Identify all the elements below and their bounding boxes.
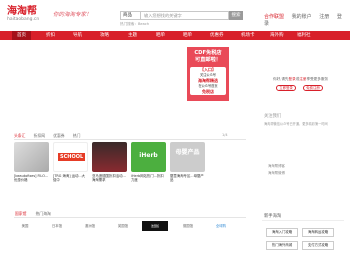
search-button[interactable]: 搜索 — [229, 11, 243, 20]
logo-subtext: haitaobang.cn — [7, 17, 40, 22]
welcome-login-link[interactable]: 登录 — [289, 77, 296, 81]
promo-banner[interactable]: CDF免税店 可直邮啦！ 【入口】 关注公众号 海淘帮精选 在公众号首页 免税店 — [187, 47, 229, 101]
promo-line5: 免税店 — [202, 89, 214, 94]
deal-card[interactable]: 母婴产品 婴童海淘专区...母婴产品 — [170, 142, 205, 186]
nav-item-share-2[interactable]: 晒单 — [183, 31, 192, 40]
follow-text: 海淘帮微信公众号已开通，更多精彩第一时间 — [264, 122, 328, 126]
store-uk[interactable]: 英国馆 — [110, 221, 136, 231]
newbie-title: 新手海淘 — [264, 214, 282, 219]
payment-guide-button[interactable]: 支付方式攻略 — [302, 241, 334, 250]
tabs-pager: 1/4 — [222, 133, 228, 137]
store-germany[interactable]: 德国馆 — [175, 221, 201, 231]
welcome-text: 你好,请先登录或注册享受更多服务 — [273, 77, 328, 82]
follow-title: 关注我们 — [264, 114, 282, 119]
deal-card[interactable]: [beautofixes] FILO...优惠价格 — [14, 142, 49, 186]
nav-item-share[interactable]: 晒单 — [156, 31, 165, 40]
promo-title-line1: CDF免税店 — [194, 50, 222, 56]
welcome-register-link[interactable]: 注册 — [299, 77, 306, 81]
welcome-mid: 请先 — [281, 77, 289, 81]
deal-card-image — [92, 142, 127, 172]
tabs-divider — [14, 139, 246, 140]
tab-discount[interactable]: 折扣网 — [34, 133, 45, 138]
login-card: 你好,请先登录或注册享受更多服务 立即登录 免费注册 — [261, 47, 335, 109]
partner-link[interactable]: 合作联盟 — [264, 14, 284, 20]
store-usa[interactable]: 美国 — [12, 221, 38, 231]
logo-text: 海淘帮 — [7, 6, 37, 17]
deal-card-label: 母婴产品 — [175, 149, 200, 156]
nav-item-guide[interactable]: 导航 — [73, 31, 82, 40]
deal-card-text: 婴童海淘专区...母婴产品 — [170, 174, 204, 183]
promo-title-line2: 可直邮啦！ — [195, 57, 221, 63]
nav-item-airport[interactable]: 机场卡 — [241, 31, 255, 40]
nav-item-welfare[interactable]: 福利社 — [297, 31, 311, 40]
deal-card-image: 母婴产品 — [170, 142, 205, 172]
deal-card-label: SCHOOL — [58, 153, 86, 161]
site-logo[interactable]: 海淘帮 haitaobang.cn — [7, 6, 47, 24]
guide-intro-button[interactable]: 海淘入门攻略 — [266, 228, 298, 237]
nav-item-overseas[interactable]: 海外购 — [270, 31, 284, 40]
nav-item-coupon[interactable]: 优惠券 — [210, 31, 224, 40]
nav-item-home[interactable]: 首页 — [12, 31, 31, 40]
store-france[interactable]: 法国馆 — [142, 221, 168, 231]
tab-country[interactable]: 国家馆 — [15, 211, 26, 216]
hot-search-text: 热门搜索：Beach — [120, 22, 150, 26]
tab-hot-stores[interactable]: 热门海淘 — [36, 211, 51, 216]
info-weibo[interactable]: 海淘帮微博 — [268, 170, 285, 177]
deal-card-label: iHerb — [139, 152, 158, 159]
main-nav: 首页 折扣 导航 攻略 主题 晒单 晒单 优惠券 机场卡 海外购 福利社 — [0, 31, 350, 40]
slogan: 你的海淘专家！ — [53, 12, 92, 18]
page: 海淘帮 haitaobang.cn 你的海淘专家！ 商品 输入您想找的关键字 搜… — [0, 0, 350, 263]
tab-hot[interactable]: 热门 — [73, 133, 81, 138]
register-button[interactable]: 免费注册 — [303, 85, 323, 91]
tab-coupon[interactable]: 优惠券 — [53, 133, 64, 138]
store-global[interactable]: 全球购 — [208, 221, 234, 231]
deal-card-text: [beautofixes] FILO...优惠价格 — [14, 174, 48, 183]
deal-card-text: iHerb网站热门...折扣力度 — [131, 174, 164, 183]
deal-card[interactable]: iHerb iHerb网站热门...折扣力度 — [131, 142, 166, 186]
store-japan[interactable]: 日本馆 — [44, 221, 70, 231]
deal-card[interactable]: 亚马逊德国折扣活动...海淘需求 — [92, 142, 127, 186]
info-blog[interactable]: 海淘帮博客 — [268, 163, 285, 170]
account-link[interactable]: 我的账户 — [292, 14, 312, 20]
hot-mall-button[interactable]: 热门海外商城 — [266, 241, 298, 250]
deal-card-text: 亚马逊德国折扣活动...海淘需求 — [92, 174, 126, 183]
info-grid: 海淘帮博客 海淘帮微博 — [268, 163, 285, 177]
tab-headlines[interactable]: 头条汇 — [14, 133, 25, 138]
search-scope-select[interactable]: 商品 — [120, 11, 140, 20]
welcome-tail: 享受更多服务 — [306, 77, 329, 81]
newbie-divider — [262, 220, 344, 221]
nav-item-strategy[interactable]: 攻略 — [100, 31, 109, 40]
deal-card-image: iHerb — [131, 142, 166, 172]
promo-title: CDF免税店 可直邮啦！ — [187, 50, 229, 64]
store-australia[interactable]: 澳洲馆 — [77, 221, 103, 231]
promo-box: 【入口】 关注公众号 海淘帮精选 在公众号首页 免税店 — [190, 67, 226, 95]
guide-forward-button[interactable]: 海淘转运攻略 — [302, 228, 334, 237]
store-divider — [14, 217, 246, 218]
deal-card-text: [TRG 海淘] 运动...大促中 — [53, 174, 86, 183]
login-button[interactable]: 立即登录 — [276, 85, 296, 91]
nav-item-discount[interactable]: 折扣 — [46, 31, 55, 40]
register-link[interactable]: 注册 — [319, 14, 329, 20]
top-links: 合作联盟 我的账户 注册 登录 — [264, 13, 350, 27]
nav-item-topic[interactable]: 主题 — [128, 31, 137, 40]
deal-card-image: SCHOOL — [53, 142, 88, 172]
deal-card-image — [14, 142, 49, 172]
search-input[interactable]: 输入您想找的关键字 — [140, 11, 229, 20]
deal-card[interactable]: SCHOOL [TRG 海淘] 运动...大促中 — [53, 142, 88, 186]
